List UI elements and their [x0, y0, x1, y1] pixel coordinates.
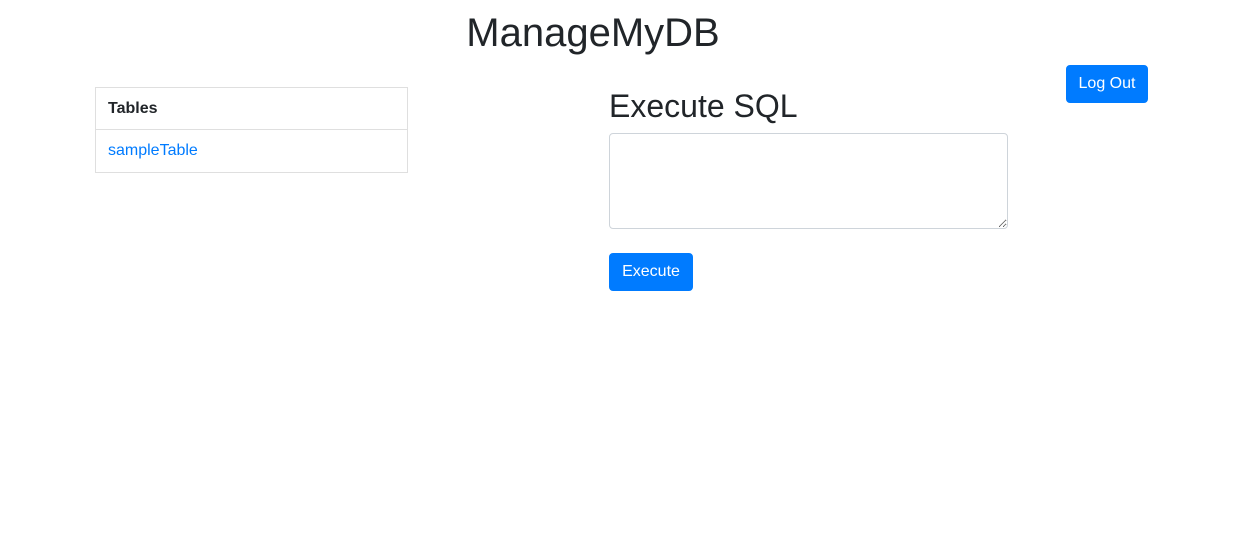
execute-button[interactable]: Execute	[609, 253, 693, 291]
tables-panel: Tables sampleTable	[95, 87, 408, 173]
app-title: ManageMyDB	[466, 11, 720, 55]
table-item-sampletable[interactable]: sampleTable	[96, 130, 407, 172]
sql-input[interactable]	[609, 133, 1008, 229]
logout-button[interactable]: Log Out	[1066, 65, 1148, 103]
page: ManageMyDB Log Out Tables sampleTable Ex…	[0, 0, 1243, 539]
tables-header: Tables	[96, 88, 407, 130]
sql-heading: Execute SQL	[609, 88, 798, 124]
